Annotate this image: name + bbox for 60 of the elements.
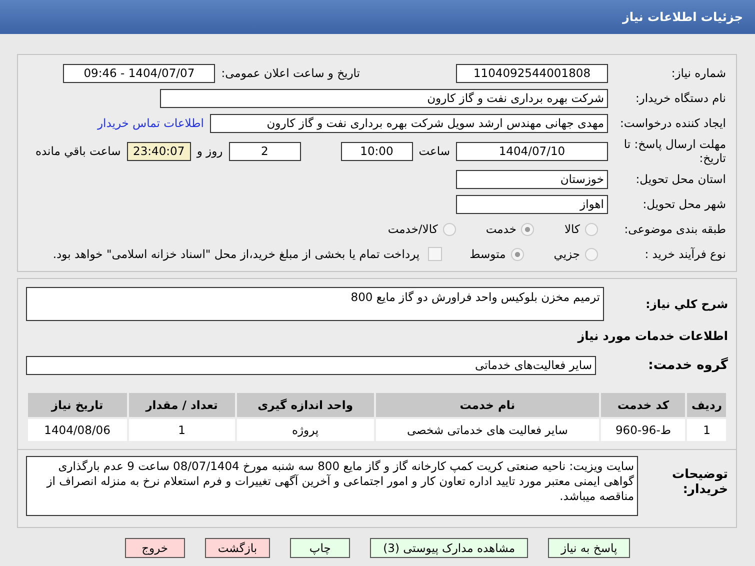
radio-button[interactable] bbox=[585, 248, 598, 260]
table-cell: ط-96-960 bbox=[600, 418, 686, 442]
notes-textarea: سایت ویزیت: ناحیه صنعتی کریت کمپ کارخانه گاز و گاز مایع 800 سه شنبه مورخ 08/07/1404 ساعت 9 عدم بارگذاری گواهی ایمنی معتبر مورد تایید اداره تعاون کار و امور اجتماعی و آخرین آگهی تغییرات و فرم استعلام نرخ به منزله انصراف از مناقصه میباشد. bbox=[26, 456, 638, 516]
column-header: کد خدمت bbox=[600, 392, 686, 418]
remaining-time-field: 23:40:07 bbox=[126, 142, 191, 160]
column-header: تاریخ نیاز bbox=[27, 392, 128, 418]
field-label: ساعت bbox=[418, 144, 450, 158]
radio-label: کالا/خدمت bbox=[388, 222, 438, 236]
field-label: توضیحات خریدار: bbox=[671, 466, 728, 496]
field-label: ساعت باقي مانده bbox=[36, 144, 121, 158]
creator-field: مهدی جهانی مهندس ارشد سویل شرکت بهره برداری نفت و گاز کارون bbox=[210, 114, 608, 132]
table-cell: پروژه bbox=[236, 418, 375, 442]
field-label: استان محل تحویل: bbox=[634, 172, 726, 186]
radio-label: متوسط bbox=[470, 247, 506, 261]
radio-label: کالا bbox=[564, 222, 580, 236]
action-button[interactable]: بازگشت bbox=[204, 538, 270, 558]
field-label: نوع فرآیند خرید : bbox=[644, 247, 726, 261]
action-button[interactable]: خروج bbox=[124, 538, 185, 558]
radio-button[interactable] bbox=[442, 222, 456, 236]
need-number-field: 1104092544001808 bbox=[456, 64, 608, 82]
table-cell: سایر فعالیت های خدماتی شخصی bbox=[374, 418, 600, 442]
radio-button[interactable] bbox=[521, 222, 534, 236]
radio-button[interactable] bbox=[585, 222, 598, 236]
checkbox[interactable] bbox=[428, 247, 442, 261]
buyer-contact-link[interactable]: اطلاعات تماس خریدار bbox=[97, 116, 204, 130]
deadline-date-field: 1404/07/10 bbox=[456, 142, 608, 160]
field-label: روز و bbox=[196, 144, 223, 158]
buyer-field: شرکت بهره برداری نفت و گاز کارون bbox=[160, 88, 608, 108]
city-field: اهواز bbox=[456, 194, 608, 214]
field-label: مهلت ارسال پاسخ: تا تاریخ: bbox=[622, 137, 726, 165]
days-field: 2 bbox=[228, 142, 301, 160]
field-label: شهر محل تحویل: bbox=[642, 197, 726, 211]
checkbox-label: پرداخت تمام یا بخشی از مبلغ خرید،از محل "اسناد خزانه اسلامی" خواهد بود. bbox=[52, 247, 420, 261]
deadline-time-field: 10:00 bbox=[340, 142, 413, 160]
action-button[interactable]: چاپ bbox=[290, 538, 350, 558]
province-field: خوزستان bbox=[456, 170, 608, 188]
field-label: شرح کلي نیاز: bbox=[644, 297, 728, 311]
service-group-field: سایر فعالیت‌های خدماتی bbox=[26, 356, 596, 374]
field-label: شماره نیاز: bbox=[670, 66, 726, 80]
field-label: ایجاد کننده درخواست: bbox=[619, 116, 726, 130]
page-title: جزئیات اطلاعات نیاز bbox=[622, 10, 743, 24]
field-label: نام دستگاه خریدار: bbox=[634, 91, 726, 105]
summary-textarea: ترمیم مخزن بلوکیس واحد فراورش دو گاز مایع 800 bbox=[26, 287, 604, 321]
field-label: تاریخ و ساعت اعلان عمومی: bbox=[221, 66, 360, 80]
column-header: نام خدمت bbox=[374, 392, 600, 418]
field-label: طبقه بندی موضوعی: bbox=[623, 222, 726, 236]
column-header: ردیف bbox=[686, 392, 727, 418]
column-header: تعداد / مقدار bbox=[128, 392, 236, 418]
field-label: گروه خدمت: bbox=[647, 358, 728, 372]
section-title: اطلاعات خدمات مورد نیاز bbox=[576, 329, 728, 343]
table-cell: 1404/08/06 bbox=[27, 418, 128, 442]
radio-label: خدمت bbox=[486, 222, 516, 236]
column-header: واحد اندازه گیری bbox=[236, 392, 375, 418]
table-cell: 1 bbox=[686, 418, 727, 442]
radio-label: جزيي bbox=[554, 247, 580, 261]
announce-date-field: 1404/07/07 - 09:46 bbox=[63, 64, 216, 82]
action-button[interactable]: مشاهده مدارک پیوستی (3) bbox=[370, 538, 528, 558]
action-button[interactable]: پاسخ به نیاز bbox=[548, 538, 630, 558]
table-cell: 1 bbox=[128, 418, 236, 442]
radio-button[interactable] bbox=[510, 248, 524, 260]
